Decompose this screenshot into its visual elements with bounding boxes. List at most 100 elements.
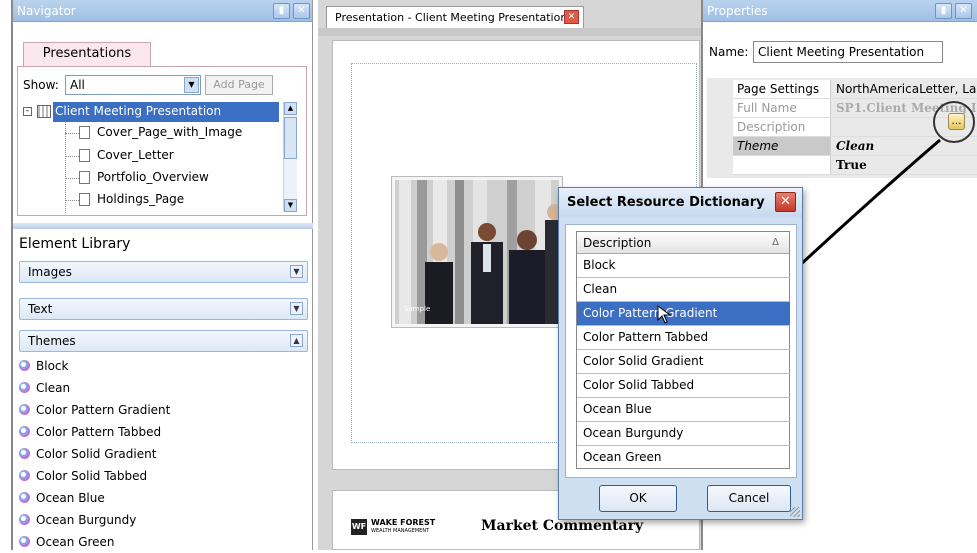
chevron-down-icon[interactable]: ▼ [184,77,199,93]
theme-icon [19,536,30,547]
close-icon[interactable]: ✕ [293,3,310,19]
presentation-icon [37,105,51,118]
resource-list: Description Δ Block Clean Color Pattern … [576,231,790,469]
browse-theme-button[interactable]: … [948,113,965,130]
ok-button[interactable]: OK [599,485,677,512]
chevron-up-icon[interactable]: ▲ [290,334,303,347]
cover-photo[interactable]: Sample [391,176,563,328]
market-commentary-heading: Market Commentary [481,518,644,534]
prop-key: Description [733,118,831,137]
dialog-client: Description Δ Block Clean Color Pattern … [565,224,797,478]
themes-list: Block Clean Color Pattern Gradient Color… [13,354,311,550]
prop-key: Full Name [733,99,831,118]
theme-icon [19,470,30,481]
page-icon [79,171,90,184]
brand-top: WAKE FOREST [371,518,436,527]
panel-splitter[interactable] [13,223,313,229]
tree-scrollbar[interactable]: ▲ ▼ [283,102,297,212]
prop-row-theme[interactable]: Theme Clean [733,137,977,156]
theme-item[interactable]: Color Pattern Gradient [19,400,170,421]
chevron-down-icon[interactable]: ▼ [290,302,303,315]
cancel-button[interactable]: Cancel [707,485,791,512]
section-text[interactable]: Text ▼ [19,298,308,320]
page-icon [79,193,90,206]
close-tab-icon[interactable]: ✕ [564,10,579,24]
properties-title: Properties [707,4,768,18]
page-icon [79,126,90,139]
brand-bottom: WEALTH MANAGEMENT [371,528,430,534]
close-icon[interactable]: ✕ [955,3,972,19]
list-item[interactable]: Block [577,254,790,278]
select-resource-dialog: Select Resource Dictionary ✕ Description… [558,187,803,520]
list-item[interactable]: Color Solid Tabbed [577,374,790,398]
page-icon [79,149,90,162]
prop-key: Page Settings [733,80,831,99]
prop-row-extra[interactable]: True [733,156,977,175]
dialog-title: Select Resource Dictionary [567,195,765,210]
name-label: Name: [709,45,749,59]
navigator-panel: Navigator ▮ ✕ Presentations Show: All ▼ … [11,0,313,550]
properties-titlebar: Properties ▮ ✕ [703,0,977,22]
pin-icon[interactable]: ▮ [273,3,290,19]
list-item[interactable]: Ocean Burgundy [577,422,790,446]
list-item[interactable]: Clean [577,278,790,302]
document-tab-title: Presentation - Client Meeting Presentati… [335,11,568,24]
tree-item[interactable]: Portfolio_Overview [97,170,209,184]
dialog-titlebar: Select Resource Dictionary ✕ [559,188,802,218]
add-page-button[interactable]: Add Page [205,75,273,95]
prop-value[interactable]: NorthAmericaLetter, Lan [832,80,977,99]
list-item[interactable]: Color Solid Gradient [577,350,790,374]
theme-item[interactable]: Color Pattern Tabbed [19,422,161,443]
prop-value[interactable]: True [832,156,977,175]
show-label: Show: [23,78,59,92]
tree-root-item[interactable]: Client Meeting Presentation [53,102,279,122]
theme-item[interactable]: Color Solid Tabbed [19,466,147,487]
theme-icon [19,360,30,371]
sort-ascending-icon: Δ [772,237,779,248]
prop-row-page-settings[interactable]: Page Settings NorthAmericaLetter, Lan [733,80,977,99]
show-select-value: All [70,78,85,92]
theme-icon [19,382,30,393]
name-input[interactable]: Client Meeting Presentation [753,41,943,63]
column-header-description[interactable]: Description Δ [577,232,789,254]
section-label: Text [28,302,53,316]
document-strip [318,28,703,36]
chevron-down-icon[interactable]: ▼ [290,265,303,278]
scroll-down-icon[interactable]: ▼ [284,199,297,212]
theme-item[interactable]: Clean [19,378,70,399]
tree-view: - Client Meeting Presentation Cover_Page… [21,101,297,213]
show-select[interactable]: All ▼ [65,75,201,95]
tree-item[interactable]: Cover_Page_with_Image [97,125,242,139]
tab-presentations[interactable]: Presentations [23,42,151,66]
mouse-cursor-icon [657,305,672,324]
theme-icon [19,404,30,415]
theme-item[interactable]: Color Solid Gradient [19,444,156,465]
tree-expand-icon[interactable]: - [23,107,32,116]
document-tab[interactable]: Presentation - Client Meeting Presentati… [326,6,584,28]
theme-icon [19,448,30,459]
scroll-up-icon[interactable]: ▲ [284,102,297,115]
theme-item[interactable]: Block [19,356,68,377]
section-themes[interactable]: Themes ▲ [19,330,308,352]
tree-item[interactable]: Holdings_Page [97,192,184,206]
theme-icon [19,492,30,503]
prop-key [733,156,831,175]
list-item[interactable]: Ocean Green [577,446,790,470]
theme-icon [19,514,30,525]
pin-icon[interactable]: ▮ [935,3,952,19]
list-item[interactable]: Ocean Blue [577,398,790,422]
section-images[interactable]: Images ▼ [19,261,308,283]
resize-grip-icon[interactable] [790,507,800,517]
scroll-thumb[interactable] [284,117,297,159]
navigator-title: Navigator [17,4,76,18]
theme-item[interactable]: Ocean Blue [19,488,105,509]
business-team-image [395,180,559,324]
list-item[interactable]: Color Pattern Tabbed [577,326,790,350]
navigator-titlebar: Navigator ▮ ✕ [13,0,312,22]
theme-icon [19,426,30,437]
close-icon[interactable]: ✕ [775,192,796,212]
theme-item[interactable]: Ocean Burgundy [19,510,136,531]
prop-key: Theme [733,137,831,156]
list-item-selected[interactable]: Color Pattern Gradient [577,302,790,326]
tree-item[interactable]: Cover_Letter [97,148,174,162]
